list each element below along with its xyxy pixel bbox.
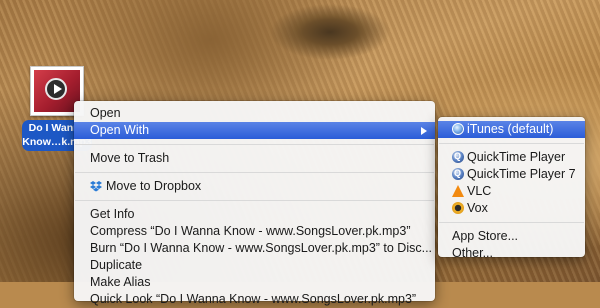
submenu-item-itunes[interactable]: iTunes (default): [438, 121, 585, 138]
menu-item-duplicate[interactable]: Duplicate: [74, 257, 435, 274]
menu-separator: [439, 222, 584, 223]
submenu-item-quicktime-7-label: QuickTime Player 7: [467, 167, 576, 181]
menu-item-burn-label: Burn “Do I Wanna Know - www.SongsLover.p…: [90, 241, 433, 255]
submenu-item-other[interactable]: Other...: [438, 245, 585, 262]
menu-item-burn[interactable]: Burn “Do I Wanna Know - www.SongsLover.p…: [74, 240, 435, 257]
menu-item-make-alias[interactable]: Make Alias: [74, 274, 435, 291]
open-with-submenu: iTunes (default) QuickTime Player QuickT…: [438, 117, 585, 260]
menu-item-get-info-label: Get Info: [90, 207, 135, 221]
submenu-item-other-label: Other...: [452, 246, 493, 260]
submenu-item-app-store-label: App Store...: [452, 229, 519, 243]
menu-separator: [439, 143, 584, 144]
menu-item-compress-label: Compress “Do I Wanna Know - www.SongsLov…: [90, 224, 411, 238]
submenu-item-vox-label: Vox: [467, 201, 488, 215]
vlc-cone-icon: [452, 185, 464, 197]
menu-item-open-label: Open: [90, 106, 121, 120]
submenu-item-vox[interactable]: Vox: [438, 200, 585, 217]
submenu-item-quicktime-7[interactable]: QuickTime Player 7: [438, 166, 585, 183]
submenu-arrow-icon: [421, 127, 427, 135]
menu-item-compress[interactable]: Compress “Do I Wanna Know - www.SongsLov…: [74, 223, 435, 240]
submenu-item-quicktime-label: QuickTime Player: [467, 150, 566, 164]
submenu-item-vlc[interactable]: VLC: [438, 183, 585, 200]
menu-item-open-with[interactable]: Open With: [74, 122, 435, 139]
context-menu: Open Open With Move to Trash Move to Dro…: [74, 101, 435, 306]
submenu-item-app-store[interactable]: App Store...: [438, 228, 585, 245]
menu-item-make-alias-label: Make Alias: [90, 275, 151, 289]
menu-item-move-to-trash-label: Move to Trash: [90, 151, 170, 165]
submenu-item-quicktime[interactable]: QuickTime Player: [438, 149, 585, 166]
menu-item-move-to-dropbox[interactable]: Move to Dropbox: [74, 178, 435, 195]
quicktime-icon: [452, 150, 464, 163]
menu-separator: [75, 172, 434, 173]
menu-item-move-to-trash[interactable]: Move to Trash: [74, 150, 435, 167]
menu-item-open-with-label: Open With: [90, 123, 150, 137]
play-icon: [45, 78, 67, 100]
menu-item-open[interactable]: Open: [74, 105, 435, 122]
submenu-item-itunes-label: iTunes (default): [467, 122, 554, 136]
menu-separator: [75, 200, 434, 201]
menu-item-quick-look-label: Quick Look “Do I Wanna Know - www.SongsL…: [90, 292, 417, 306]
quicktime-7-icon: [452, 167, 464, 180]
menu-item-duplicate-label: Duplicate: [90, 258, 143, 272]
itunes-icon: [452, 123, 464, 135]
vox-icon: [452, 202, 464, 214]
dropbox-icon: [90, 181, 102, 192]
menu-item-move-to-dropbox-label: Move to Dropbox: [106, 179, 202, 193]
menu-item-get-info[interactable]: Get Info: [74, 206, 435, 223]
menu-item-quick-look[interactable]: Quick Look “Do I Wanna Know - www.SongsL…: [74, 291, 435, 308]
submenu-item-vlc-label: VLC: [467, 184, 492, 198]
menu-separator: [75, 144, 434, 145]
